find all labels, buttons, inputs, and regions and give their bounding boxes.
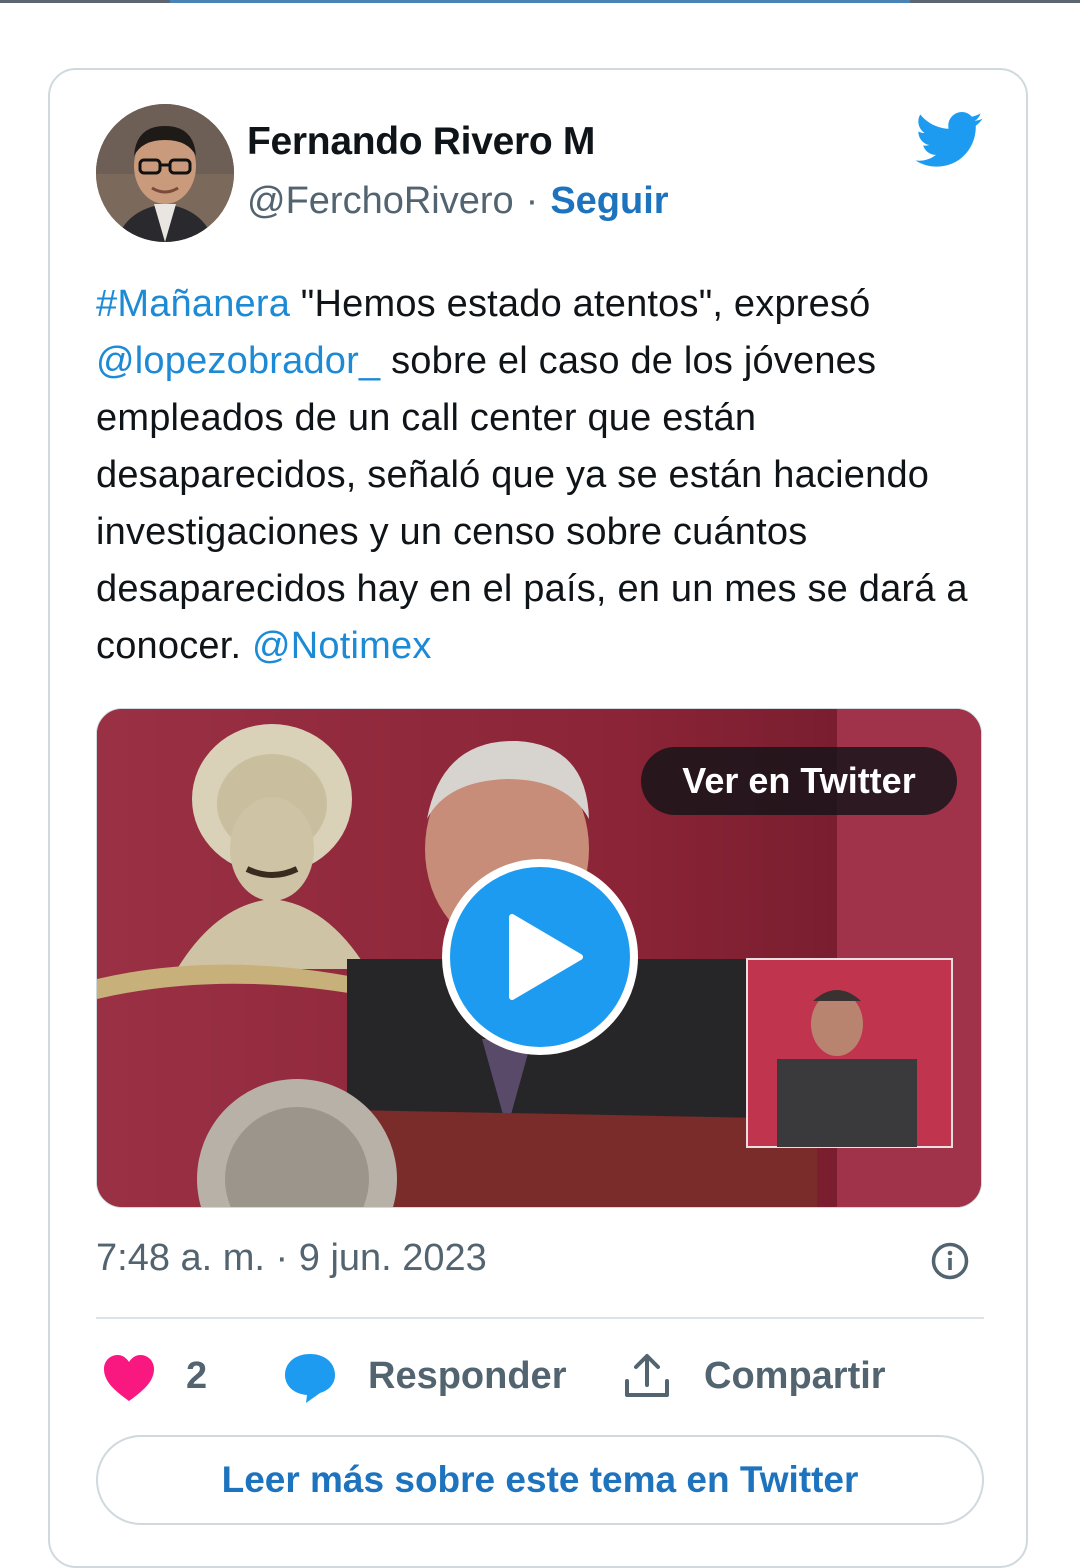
upload-icon[interactable] [622,1351,672,1401]
tweet-text-part: "Hemos estado atentos", expresó [290,283,871,325]
author-handle-row: @FerchoRivero · Seguir [247,180,669,223]
follow-button[interactable]: Seguir [550,180,668,222]
view-on-twitter-button[interactable]: Ver en Twitter [641,747,957,815]
mention-link-lopezobrador[interactable]: @lopezobrador_ [96,340,380,382]
tweet-timestamp[interactable]: 7:48 a. m. · 9 jun. 2023 [96,1237,487,1280]
speech-bubble-icon[interactable] [282,1351,338,1405]
tweet-text-part: sobre el caso de los jóvenes empleados d… [96,340,968,667]
info-icon[interactable] [930,1241,970,1281]
read-more-button[interactable]: Leer más sobre este tema en Twitter [96,1435,984,1525]
share-button[interactable]: Compartir [704,1355,886,1398]
separator-dot: · [525,180,539,222]
like-count[interactable]: 2 [186,1355,207,1398]
play-button[interactable] [442,859,638,1055]
divider [96,1317,984,1319]
hashtag-link[interactable]: #Mañanera [96,283,290,325]
reply-button[interactable]: Responder [368,1355,566,1398]
tweet-actions: 2 Responder Compartir [96,1345,984,1409]
author-avatar[interactable] [96,104,234,242]
mention-link-notimex[interactable]: @Notimex [252,625,432,667]
heart-icon[interactable] [102,1353,156,1403]
twitter-bird-icon[interactable] [916,112,984,168]
video-player[interactable]: Ver en Twitter [96,708,982,1208]
tweet-text: #Mañanera "Hemos estado atentos", expres… [96,276,976,675]
top-progress-line [0,0,1080,3]
author-handle[interactable]: @FerchoRivero [247,180,514,222]
author-name[interactable]: Fernando Rivero M [247,120,595,164]
play-icon [509,914,583,1000]
